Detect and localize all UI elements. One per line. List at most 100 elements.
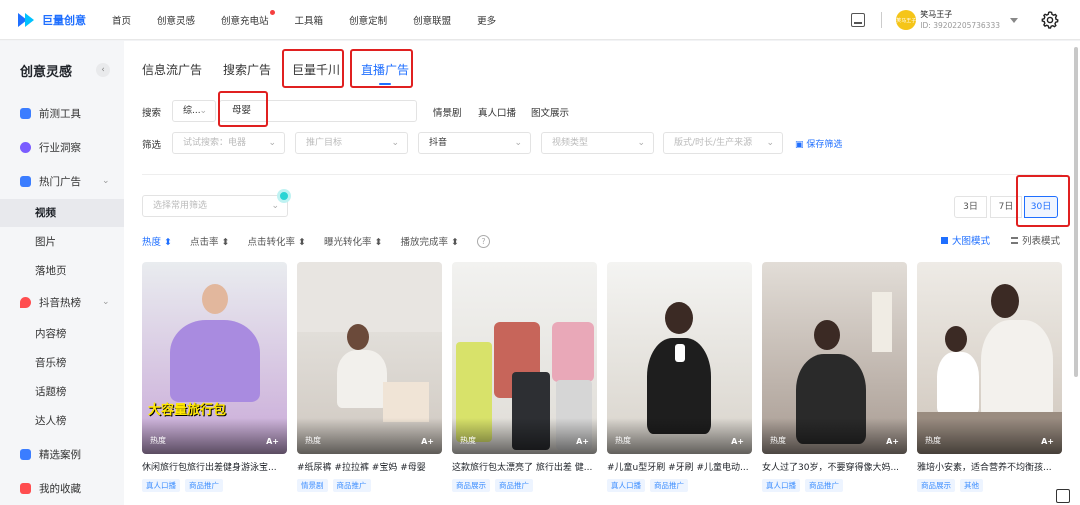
video-thumbnail[interactable]: 热度 A+ — [762, 262, 907, 454]
day-7-button[interactable]: 7日 — [990, 196, 1022, 218]
help-icon[interactable]: ? — [477, 234, 490, 248]
filter-video-type-select[interactable]: 视频类型 ⌄ — [541, 132, 654, 154]
video-title[interactable]: 雅培小安素，适合营养不均衡孩... — [917, 460, 1062, 473]
user-info[interactable]: 笑马王子 ID: 39202205736333 — [920, 9, 1000, 31]
nav-charging-station[interactable]: 创意充电站 — [221, 9, 275, 27]
sidebar-sub-landing[interactable]: 落地页 — [0, 257, 124, 285]
video-card[interactable]: 热度 A+ #纸尿裤 #拉拉裤 #宝妈 #母婴 情景剧 商品推广 — [297, 262, 442, 492]
video-title[interactable]: #纸尿裤 #拉拉裤 #宝妈 #母婴 — [297, 460, 442, 473]
toothbrush — [675, 344, 685, 362]
video-card[interactable]: 大容量旅行包 热度 A+ 休闲旅行包旅行出差健身游泳宝... 真人口播 商品推广 — [142, 262, 287, 492]
tag: 其他 — [960, 479, 983, 492]
sort-cvr-label: 点击转化率 — [247, 237, 296, 248]
tab-search-ads[interactable]: 搜索广告 — [223, 61, 271, 78]
level-badge: A+ — [421, 437, 434, 446]
nav-inspiration[interactable]: 创意灵感 — [157, 13, 195, 27]
common-filter-select[interactable]: 选择常用筛选 ⌄ — [142, 195, 288, 217]
day-3-button[interactable]: 3日 — [954, 196, 987, 218]
sidebar-sub-content[interactable]: 内容榜 — [0, 320, 124, 348]
video-card[interactable]: 热度 A+ 女人过了30岁，不要穿得像大妈... 真人口播 商品推广 — [762, 262, 907, 492]
search-type-select[interactable]: 综... ⌄ — [172, 100, 216, 122]
chevron-down-icon[interactable] — [1010, 17, 1018, 23]
sort-hot-label: 热度 — [142, 237, 162, 248]
fire-icon — [20, 296, 31, 308]
video-title[interactable]: 休闲旅行包旅行出差健身游泳宝... — [142, 460, 287, 473]
sort-hot[interactable]: 热度 ⬍ — [142, 234, 172, 248]
sidebar-sub-video[interactable]: 视频 — [0, 199, 124, 227]
gear-icon[interactable] — [1040, 10, 1060, 30]
video-card[interactable]: 热度 A+ #儿童u型牙刷 #牙刷 #儿童电动... 真人口播 商品推广 — [607, 262, 752, 492]
sidebar-sub-creator[interactable]: 达人榜 — [0, 407, 124, 435]
nav-toolbox[interactable]: 工具箱 — [295, 13, 324, 27]
chip-talking[interactable]: 真人口播 — [478, 105, 516, 119]
filter-keyword-select[interactable]: 试试搜索：电器 ⌄ — [172, 132, 285, 154]
video-thumbnail[interactable]: 热度 A+ — [297, 262, 442, 454]
tab-feed-ads[interactable]: 信息流广告 — [142, 61, 202, 78]
collapse-icon[interactable]: ‹ — [96, 63, 110, 77]
video-thumbnail[interactable]: 热度 A+ — [607, 262, 752, 454]
avatar[interactable]: 笑马王子 — [896, 10, 916, 30]
tab-live-ads[interactable]: 直播广告 — [361, 61, 409, 85]
video-card[interactable]: 热度 A+ 雅培小安素，适合营养不均衡孩... 商品展示 其他 — [917, 262, 1062, 492]
save-filter-label: 保存筛选 — [806, 140, 843, 150]
grid-mode-button[interactable]: 大图模式 — [941, 233, 990, 247]
video-title[interactable]: #儿童u型牙刷 #牙刷 #儿童电动... — [607, 460, 752, 473]
nav-custom[interactable]: 创意定制 — [349, 13, 387, 27]
tab-qianchuan[interactable]: 巨量千川 — [292, 61, 340, 78]
sidebar-item-douyin-hot[interactable]: 抖音热榜 ⌄ — [20, 294, 110, 310]
pink-bag — [552, 322, 594, 382]
sort-completion[interactable]: 播放完成率 ⬍ — [401, 234, 460, 248]
tag: 商品推广 — [650, 479, 688, 492]
video-thumbnail[interactable]: 热度 A+ — [452, 262, 597, 454]
tag-list: 商品展示 商品推广 — [452, 479, 597, 492]
divider — [142, 174, 1062, 175]
save-filter-button[interactable]: ▣ 保存筛选 — [795, 137, 842, 150]
nav-more[interactable]: 更多 — [477, 13, 496, 27]
grid-icon — [941, 236, 948, 244]
sort-exposure[interactable]: 曝光转化率 ⬍ — [324, 234, 383, 248]
person-figure — [991, 284, 1019, 318]
list-icon — [1011, 236, 1018, 244]
logo[interactable]: 巨量创意 — [18, 12, 90, 28]
sidebar-title: 创意灵感 — [20, 65, 73, 80]
sidebar-sub-image[interactable]: 图片 — [0, 228, 124, 256]
sidebar-item-cases[interactable]: 精选案例 — [20, 446, 81, 462]
video-card[interactable]: 热度 A+ 这款旅行包太漂亮了 旅行出差 健... 商品展示 商品推广 — [452, 262, 597, 492]
chip-graphic[interactable]: 图文展示 — [531, 105, 569, 119]
day-30-button[interactable]: 30日 — [1024, 196, 1058, 218]
chip-drama[interactable]: 情景剧 — [433, 105, 462, 119]
sidebar-item-insight[interactable]: 行业洞察 — [20, 139, 81, 155]
video-title[interactable]: 女人过了30岁，不要穿得像大妈... — [762, 460, 907, 473]
sidebar-sub-music[interactable]: 音乐榜 — [0, 349, 124, 377]
nav-alliance[interactable]: 创意联盟 — [413, 13, 451, 27]
scrollbar[interactable] — [1074, 47, 1078, 377]
tag: 情景剧 — [297, 479, 328, 492]
sidebar-item-label: 精选案例 — [39, 448, 81, 461]
sidebar-item-pretest[interactable]: 前测工具 — [20, 105, 81, 121]
common-filter-placeholder: 选择常用筛选 — [153, 201, 208, 211]
person-figure — [665, 302, 693, 334]
tag: 商品推广 — [185, 479, 223, 492]
filter-format-select[interactable]: 版式/时长/生产来源 ⌄ — [663, 132, 783, 154]
video-title[interactable]: 这款旅行包太漂亮了 旅行出差 健... — [452, 460, 597, 473]
list-mode-button[interactable]: 列表模式 — [1011, 233, 1060, 247]
nav-home[interactable]: 首页 — [112, 13, 131, 27]
search-input[interactable]: 母婴 — [219, 100, 417, 122]
video-thumbnail[interactable]: 热度 A+ — [917, 262, 1062, 454]
insight-icon — [20, 141, 31, 153]
tag-list: 真人口播 商品推广 — [142, 479, 287, 492]
device-icon[interactable] — [851, 13, 866, 27]
sidebar-sub-topic[interactable]: 话题榜 — [0, 378, 124, 406]
video-thumbnail[interactable]: 大容量旅行包 热度 A+ — [142, 262, 287, 454]
feedback-icon[interactable] — [1056, 489, 1070, 503]
guide-dot-icon[interactable] — [277, 189, 291, 203]
logo-icon — [18, 12, 38, 27]
sort-cvr[interactable]: 点击转化率 ⬍ — [248, 234, 307, 248]
filter-goal-select[interactable]: 推广目标 ⌄ — [295, 132, 408, 154]
sort-ctr[interactable]: 点击率 ⬍ — [190, 234, 230, 248]
filter-platform-select[interactable]: 抖音 ⌄ — [418, 132, 531, 154]
sidebar-item-favorites[interactable]: 我的收藏 — [20, 480, 81, 496]
logo-text: 巨量创意 — [42, 13, 86, 27]
sidebar-item-label: 行业洞察 — [39, 141, 81, 154]
sidebar-item-hot-ads[interactable]: 热门广告 ⌄ — [20, 173, 110, 189]
